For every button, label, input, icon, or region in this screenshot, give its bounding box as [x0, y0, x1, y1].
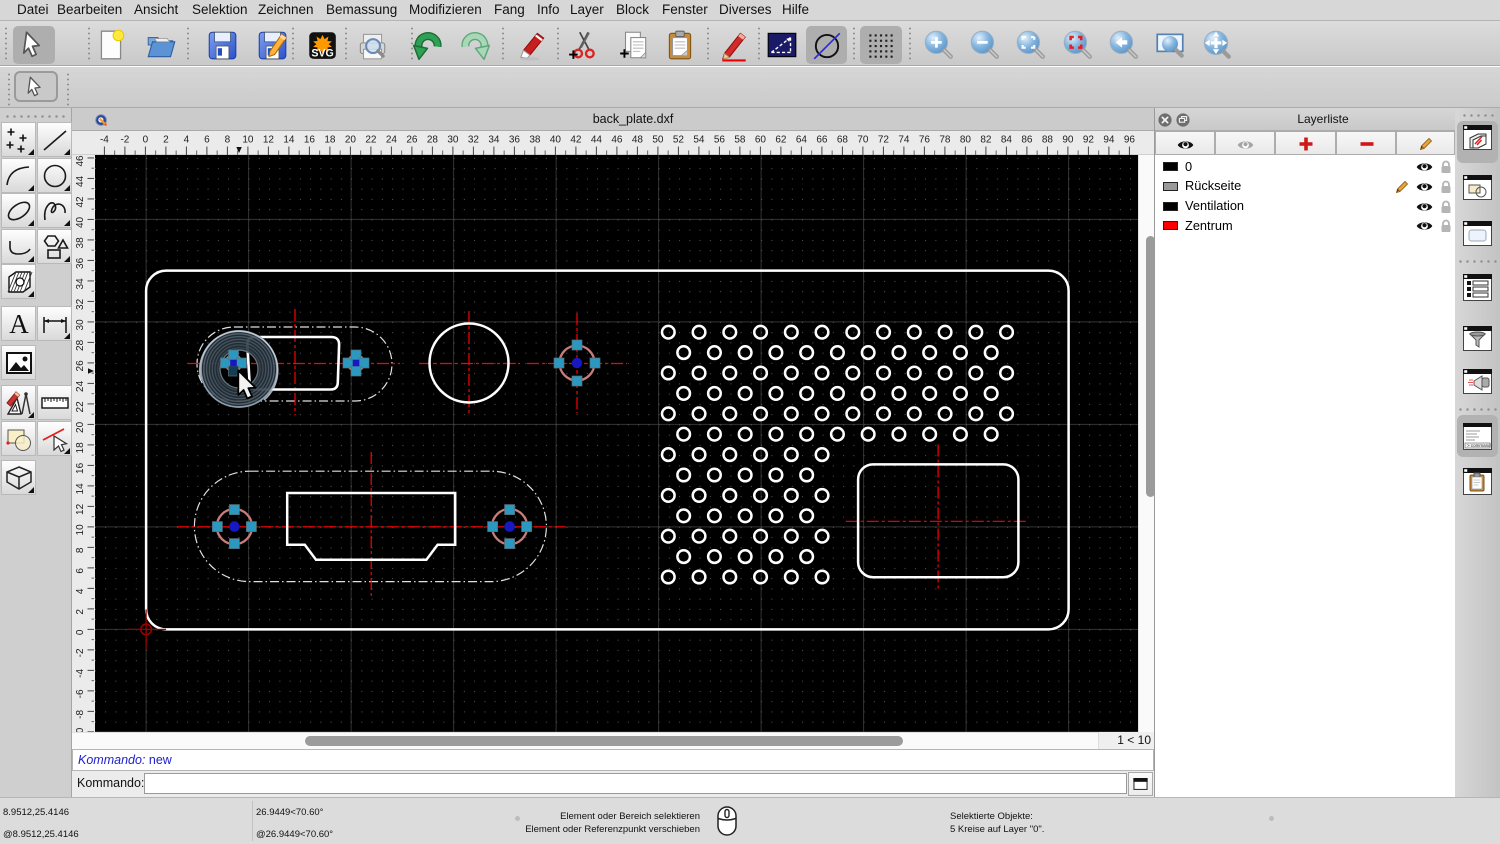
svg-text:2: 2: [163, 135, 169, 146]
svg-text:54: 54: [693, 135, 705, 146]
svg-text:90: 90: [1062, 135, 1074, 146]
svg-text:30: 30: [75, 319, 86, 331]
svg-text:10: 10: [75, 524, 86, 536]
svg-text:42: 42: [75, 196, 86, 208]
svg-text:72: 72: [878, 135, 890, 146]
svg-text:92: 92: [1083, 135, 1095, 146]
svg-text:88: 88: [1042, 135, 1054, 146]
svg-text:0: 0: [143, 135, 149, 146]
svg-text:> command: > command: [1467, 443, 1491, 448]
svg-text:34: 34: [75, 278, 86, 290]
svg-text:26: 26: [75, 360, 86, 372]
svg-text:30: 30: [447, 135, 459, 146]
svg-text:52: 52: [673, 135, 685, 146]
svg-text:16: 16: [304, 135, 316, 146]
svg-text:94: 94: [1103, 135, 1115, 146]
svg-text:74: 74: [898, 135, 910, 146]
svg-text:28: 28: [427, 135, 439, 146]
svg-text:46: 46: [611, 135, 623, 146]
svg-text:-2: -2: [75, 648, 86, 657]
svg-text:86: 86: [1021, 135, 1033, 146]
svg-text:80: 80: [960, 135, 972, 146]
svg-text:62: 62: [775, 135, 787, 146]
svg-text:70: 70: [857, 135, 869, 146]
svg-text:84: 84: [1001, 135, 1013, 146]
svg-text:4: 4: [75, 588, 86, 594]
svg-text:60: 60: [755, 135, 767, 146]
svg-text:82: 82: [980, 135, 992, 146]
svg-text:A: A: [9, 309, 29, 339]
svg-text:8: 8: [75, 547, 86, 553]
svg-text:2: 2: [75, 609, 86, 615]
svg-text:22: 22: [75, 401, 86, 413]
svg-text:0: 0: [75, 629, 86, 635]
svg-text:8: 8: [225, 135, 231, 146]
svg-text:32: 32: [468, 135, 480, 146]
svg-text:16: 16: [75, 462, 86, 474]
svg-text:18: 18: [75, 442, 86, 454]
svg-text:44: 44: [75, 175, 86, 187]
svg-text:36: 36: [509, 135, 521, 146]
svg-text:36: 36: [75, 257, 86, 269]
svg-text:-6: -6: [75, 689, 86, 698]
svg-text:64: 64: [796, 135, 808, 146]
svg-text:38: 38: [529, 135, 541, 146]
svg-text:48: 48: [632, 135, 644, 146]
svg-text:6: 6: [204, 135, 210, 146]
svg-text:12: 12: [263, 135, 275, 146]
svg-text:40: 40: [75, 216, 86, 228]
svg-text:-2: -2: [120, 135, 129, 146]
svg-text:46: 46: [75, 155, 86, 166]
svg-text:58: 58: [734, 135, 746, 146]
svg-text:-8: -8: [75, 709, 86, 718]
svg-text:-4: -4: [75, 668, 86, 677]
svg-text:76: 76: [919, 135, 931, 146]
svg-text:26: 26: [406, 135, 418, 146]
svg-text:12: 12: [75, 503, 86, 515]
svg-text:28: 28: [75, 339, 86, 351]
svg-text:32: 32: [75, 298, 86, 310]
svg-text:34: 34: [488, 135, 500, 146]
svg-text:96: 96: [1124, 135, 1136, 146]
svg-text:14: 14: [75, 483, 86, 495]
svg-text:SVG: SVG: [311, 48, 333, 60]
svg-text:6: 6: [75, 568, 86, 574]
svg-text:14: 14: [283, 135, 295, 146]
svg-text:40: 40: [550, 135, 562, 146]
svg-text:22: 22: [365, 135, 377, 146]
svg-text:50: 50: [652, 135, 664, 146]
svg-text:24: 24: [75, 380, 86, 392]
svg-text:-4: -4: [100, 135, 109, 146]
svg-text:38: 38: [75, 237, 86, 249]
svg-text:44: 44: [591, 135, 603, 146]
svg-text:66: 66: [816, 135, 828, 146]
svg-text:56: 56: [714, 135, 726, 146]
svg-text:24: 24: [386, 135, 398, 146]
svg-text:78: 78: [939, 135, 951, 146]
svg-text:68: 68: [837, 135, 849, 146]
svg-text:10: 10: [242, 135, 254, 146]
svg-text:42: 42: [570, 135, 582, 146]
svg-text:4: 4: [184, 135, 190, 146]
svg-text:18: 18: [324, 135, 336, 146]
svg-text:20: 20: [345, 135, 357, 146]
svg-text:20: 20: [75, 421, 86, 433]
